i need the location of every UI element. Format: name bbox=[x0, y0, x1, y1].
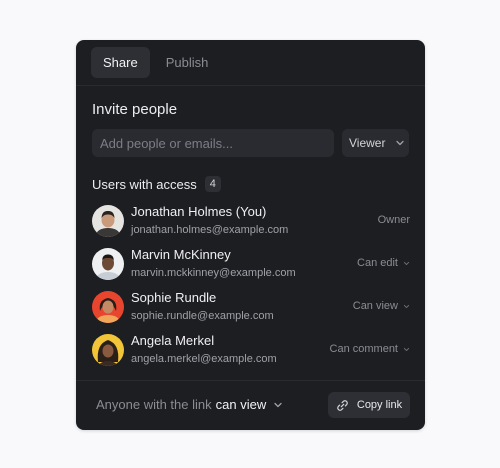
header-divider bbox=[76, 85, 425, 86]
user-role-label: Owner bbox=[377, 214, 410, 226]
user-email: angela.merkel@example.com bbox=[131, 353, 277, 365]
user-email: jonathan.holmes@example.com bbox=[131, 224, 289, 236]
user-role: Owner bbox=[378, 214, 410, 226]
users-count-badge: 4 bbox=[204, 176, 221, 192]
link-icon bbox=[337, 399, 348, 411]
chevron-down-icon bbox=[396, 140, 405, 146]
invite-role-select[interactable]: Viewer bbox=[342, 129, 409, 157]
share-panel: Share Publish Invite people Add people o… bbox=[76, 40, 425, 430]
users-title: Users with access bbox=[92, 176, 197, 192]
user-email: sophie.rundle@example.com bbox=[131, 310, 274, 322]
user-row: Jonathan Holmes (You) jonathan.holmes@ex… bbox=[92, 204, 410, 240]
invite-placeholder: Add people or emails... bbox=[100, 135, 233, 151]
user-role-label: Can view bbox=[352, 300, 398, 312]
tab-publish[interactable]: Publish bbox=[154, 47, 221, 78]
user-role-dropdown[interactable]: Can edit bbox=[357, 257, 410, 269]
invite-role-label: Viewer bbox=[349, 136, 386, 150]
footer-divider bbox=[76, 380, 425, 381]
avatar bbox=[92, 248, 124, 280]
link-permission-dropdown[interactable]: Anyone with the link can view bbox=[96, 397, 283, 412]
link-access-text: Anyone with the link bbox=[96, 397, 212, 412]
user-name: Jonathan Holmes (You) bbox=[131, 204, 267, 219]
user-name: Marvin McKinney bbox=[131, 247, 231, 262]
chevron-down-icon bbox=[403, 304, 410, 308]
user-role-dropdown[interactable]: Can comment bbox=[330, 343, 410, 355]
chevron-down-icon bbox=[274, 402, 282, 407]
copy-link-button[interactable]: Copy link bbox=[328, 392, 410, 418]
user-row: Angela Merkel angela.merkel@example.com … bbox=[92, 333, 410, 369]
user-name: Sophie Rundle bbox=[131, 290, 217, 305]
user-name: Angela Merkel bbox=[131, 333, 215, 348]
chevron-down-icon bbox=[403, 261, 410, 265]
users-header: Users with access 4 bbox=[92, 176, 221, 192]
tab-bar: Share Publish bbox=[91, 47, 220, 78]
user-row: Marvin McKinney marvin.mckkinney@example… bbox=[92, 247, 410, 283]
user-role-label: Can comment bbox=[329, 343, 398, 355]
invite-title: Invite people bbox=[92, 101, 178, 118]
chevron-down-icon bbox=[403, 347, 410, 351]
user-role-dropdown[interactable]: Can view bbox=[353, 300, 410, 312]
copy-link-label: Copy link bbox=[356, 399, 403, 411]
avatar bbox=[92, 334, 124, 366]
user-row: Sophie Rundle sophie.rundle@example.com … bbox=[92, 290, 410, 326]
user-role-label: Can edit bbox=[357, 257, 398, 269]
tab-share[interactable]: Share bbox=[91, 47, 150, 78]
user-email: marvin.mckkinney@example.com bbox=[131, 267, 296, 279]
link-permission-value: can view bbox=[215, 397, 267, 412]
avatar bbox=[92, 291, 124, 323]
invite-input[interactable]: Add people or emails... bbox=[92, 129, 334, 157]
avatar bbox=[92, 205, 124, 237]
